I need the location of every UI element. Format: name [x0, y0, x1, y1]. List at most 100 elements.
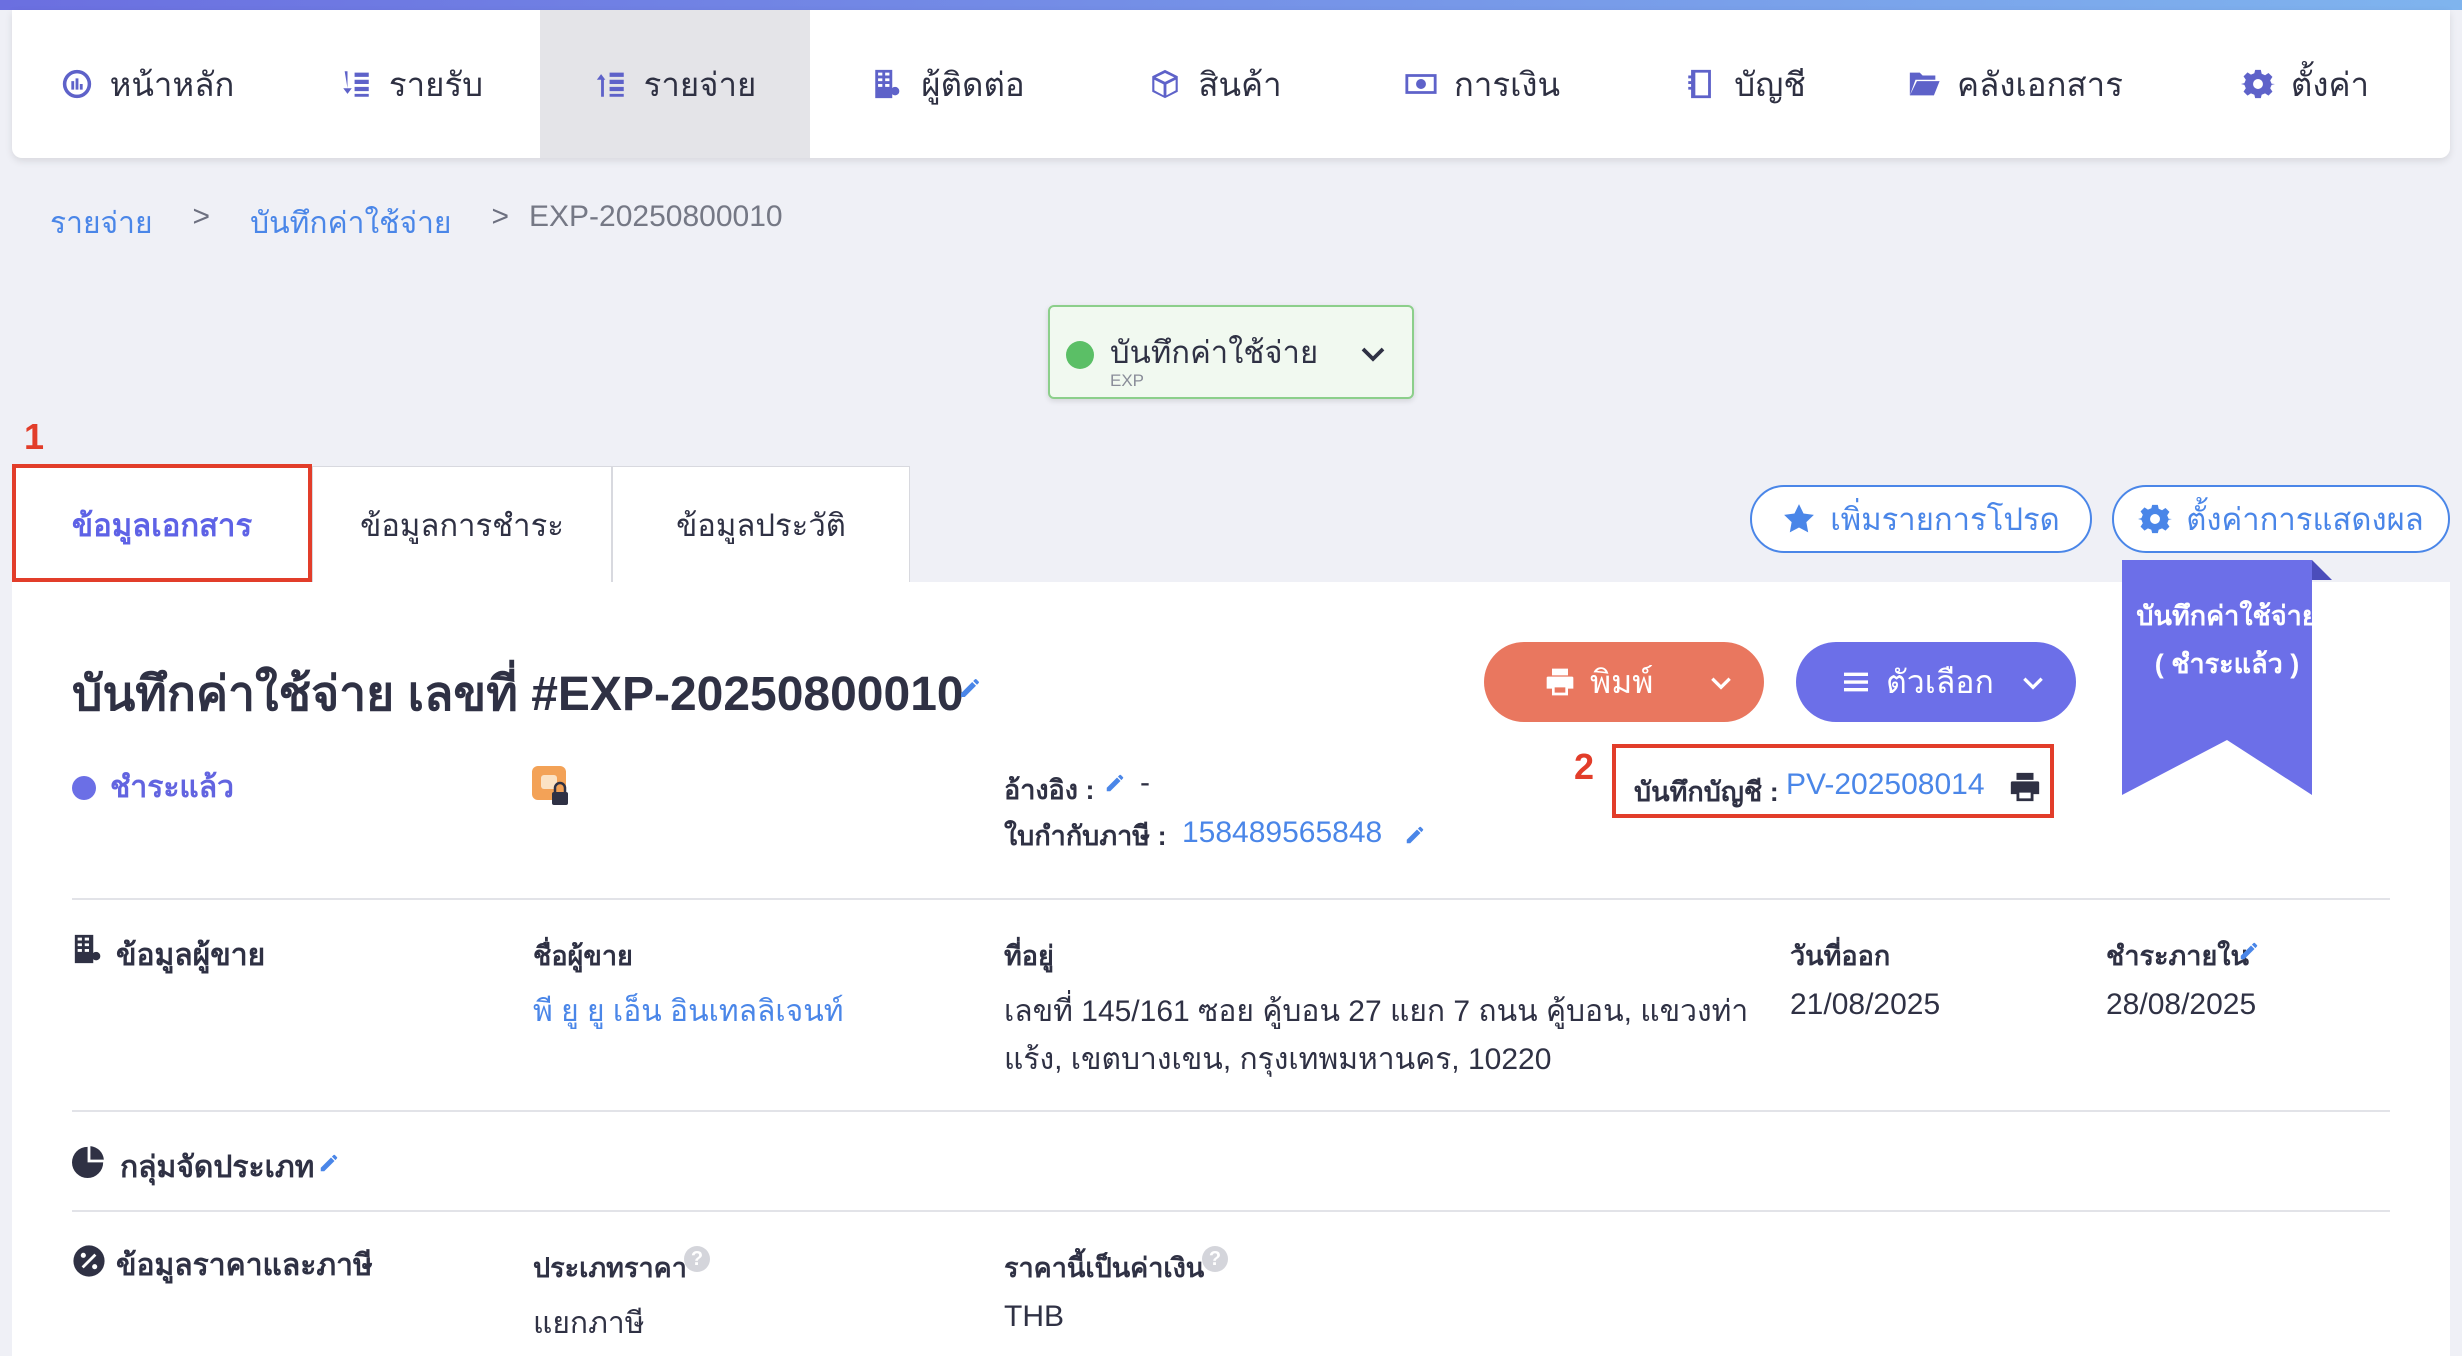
- nav-label: บัญชี: [1734, 65, 1806, 103]
- top-gradient-bar: [0, 0, 2462, 10]
- print-label: พิมพ์: [1590, 663, 1654, 700]
- address-label: ที่อยู่: [1004, 941, 1054, 971]
- pricing-section-title: ข้อมูลราคาและภาษี: [116, 1249, 373, 1282]
- print-button[interactable]: พิมพ์: [1484, 642, 1764, 722]
- chevron-down-icon: [2023, 677, 2043, 690]
- document-type-dropdown[interactable]: บันทึกค่าใช้จ่าย EXP: [1048, 305, 1414, 399]
- nav-home[interactable]: หน้าหลัก: [12, 10, 282, 158]
- expense-icon: [596, 72, 624, 97]
- star-icon: [1784, 504, 1815, 533]
- section-divider: [72, 1210, 2390, 1212]
- price-type-label: ประเภทราคา: [533, 1253, 687, 1283]
- breadcrumb: รายจ่าย > บันทึกค่าใช้จ่าย > EXP-2025080…: [50, 200, 783, 247]
- tax-invoice-link[interactable]: 158489565848: [1182, 816, 1382, 850]
- ribbon-line1: บันทึกค่าใช้จ่าย: [2136, 601, 2318, 631]
- printer-icon[interactable]: [2008, 770, 2042, 804]
- nav-settings[interactable]: ตั้งค่า: [2160, 10, 2450, 158]
- reference-label: อ้างอิง :: [1004, 775, 1095, 805]
- nav-finance[interactable]: การเงิน: [1344, 10, 1620, 158]
- ribbon-label: บันทึกค่าใช้จ่าย ( ชำระแล้ว ): [2122, 592, 2332, 688]
- chevron-down-icon: [1711, 677, 1731, 690]
- due-date-value: 28/08/2025: [2106, 988, 2257, 1021]
- main-navigation: หน้าหลัก รายรับ รายจ่าย ผู้ติดต่อ สินค้า…: [12, 10, 2450, 158]
- display-settings-button[interactable]: ตั้งค่าการแสดงผล: [2112, 485, 2450, 553]
- contacts-icon: [875, 69, 900, 99]
- pencil-icon[interactable]: [318, 1152, 340, 1174]
- document-type-name: บันทึกค่าใช้จ่าย: [1110, 335, 1319, 370]
- pencil-icon[interactable]: [2238, 940, 2260, 962]
- pencil-icon[interactable]: [1404, 824, 1426, 846]
- breadcrumb-current: EXP-20250800010: [529, 200, 783, 233]
- options-label: ตัวเลือก: [1886, 663, 1994, 700]
- section-divider: [72, 898, 2390, 900]
- breadcrumb-expense-record[interactable]: บันทึกค่าใช้จ่าย: [250, 200, 451, 247]
- gear-icon: [2240, 69, 2275, 99]
- tab-history-info[interactable]: ข้อมูลประวัติ: [612, 466, 910, 582]
- nav-label: สินค้า: [1198, 65, 1282, 103]
- breadcrumb-separator: >: [192, 200, 211, 233]
- issue-date-label: วันที่ออก: [1790, 941, 1891, 971]
- annotation-number-1: 1: [24, 416, 45, 457]
- nav-label: หน้าหลัก: [109, 65, 235, 103]
- building-icon: [74, 934, 101, 964]
- options-button[interactable]: ตัวเลือก: [1796, 642, 2076, 722]
- vendor-section-title: ข้อมูลผู้ขาย: [116, 939, 266, 972]
- pencil-icon[interactable]: [958, 676, 982, 700]
- income-icon: [343, 71, 369, 97]
- reference-value: -: [1140, 766, 1150, 799]
- locked-document-icon: [532, 766, 568, 805]
- vendor-name-label: ชื่อผู้ขาย: [533, 941, 633, 971]
- box-icon: [1152, 69, 1179, 99]
- currency-value: THB: [1004, 1300, 1064, 1333]
- page-title: บันทึกค่าใช้จ่าย เลขที่ #EXP-20250800010: [72, 668, 964, 721]
- tab-payment-info[interactable]: ข้อมูลการชำระ: [312, 466, 612, 582]
- money-icon: [1405, 74, 1437, 94]
- nav-expense[interactable]: รายจ่าย: [540, 10, 810, 158]
- dashboard-icon: [62, 69, 91, 99]
- menu-icon: [1844, 672, 1868, 692]
- due-date-label: ชำระภายใน: [2106, 941, 2249, 971]
- nav-label: การเงิน: [1453, 65, 1561, 103]
- status-badge: ชำระแล้ว: [72, 764, 234, 811]
- price-type-value: แยกภาษี: [533, 1307, 645, 1340]
- nav-accounting[interactable]: บัญชี: [1620, 10, 1870, 158]
- status-dot: [1066, 341, 1094, 369]
- nav-label: คลังเอกสาร: [1957, 65, 2123, 103]
- gear-icon: [2138, 504, 2173, 534]
- nav-label: รายจ่าย: [643, 65, 757, 103]
- document-type-code: EXP: [1110, 371, 1145, 390]
- pencil-icon[interactable]: [1104, 772, 1126, 794]
- category-section-title: กลุ่มจัดประเภท: [120, 1151, 315, 1184]
- add-favorite-button[interactable]: เพิ่มรายการโปรด: [1750, 485, 2092, 553]
- printer-icon: [1546, 668, 1574, 696]
- account-entry-link[interactable]: PV-202508014: [1786, 768, 1985, 802]
- breadcrumb-expense[interactable]: รายจ่าย: [50, 200, 153, 247]
- annotation-number-2: 2: [1574, 746, 1595, 787]
- nav-contacts[interactable]: ผู้ติดต่อ: [810, 10, 1086, 158]
- section-divider: [72, 1110, 2390, 1112]
- address-line-1: เลขที่ 145/161 ซอย คู้บอน 27 แยก 7 ถนน ค…: [1004, 995, 1749, 1028]
- nav-income[interactable]: รายรับ: [282, 10, 540, 158]
- currency-label: ราคานี้เป็นค่าเงิน: [1004, 1253, 1205, 1283]
- ribbon-line2: ( ชำระแล้ว ): [2154, 649, 2300, 679]
- nav-label: ตั้งค่า: [2290, 65, 2370, 103]
- chevron-down-icon: [1361, 347, 1385, 362]
- display-settings-label: ตั้งค่าการแสดงผล: [2186, 502, 2424, 537]
- add-favorite-label: เพิ่มรายการโปรด: [1830, 502, 2060, 537]
- help-icon[interactable]: ?: [1202, 1246, 1228, 1272]
- book-icon: [1688, 69, 1712, 99]
- account-entry-label: บันทึกบัญชี :: [1634, 777, 1779, 807]
- status-label: ชำระแล้ว: [110, 771, 234, 804]
- help-icon[interactable]: ?: [684, 1246, 710, 1272]
- vendor-name-link[interactable]: พี ยู ยู เอ็น อินเทลลิเจนท์: [533, 988, 844, 1035]
- pie-chart-icon: [72, 1146, 104, 1178]
- folder-icon: [1909, 72, 1940, 96]
- nav-products[interactable]: สินค้า: [1086, 10, 1344, 158]
- issue-date-value: 21/08/2025: [1790, 988, 1941, 1021]
- nav-label: รายรับ: [388, 65, 484, 103]
- nav-label: ผู้ติดต่อ: [921, 65, 1025, 103]
- percent-badge-icon: [73, 1245, 105, 1277]
- status-dot: [72, 775, 96, 800]
- nav-documents[interactable]: คลังเอกสาร: [1870, 10, 2160, 158]
- tax-invoice-label: ใบกำกับภาษี :: [1004, 821, 1167, 851]
